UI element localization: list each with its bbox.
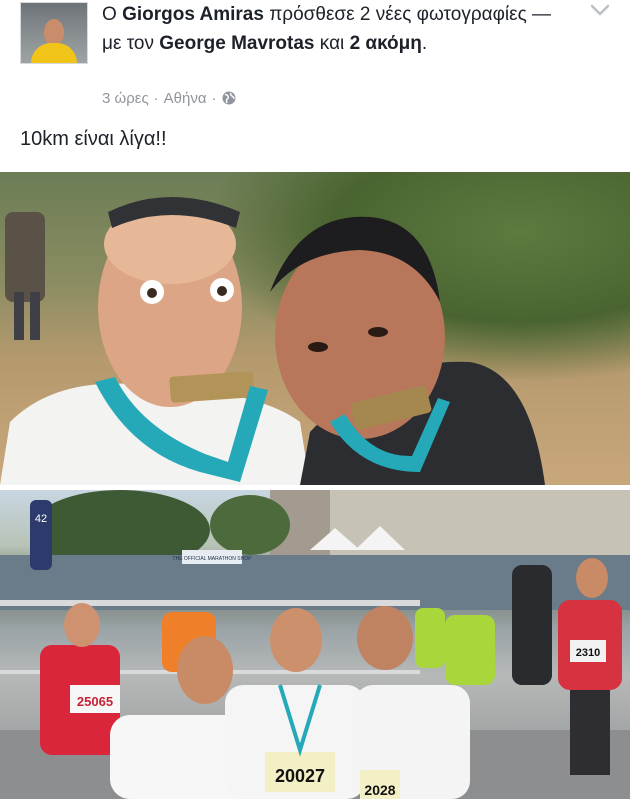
globe-icon[interactable]: [222, 91, 236, 105]
bib-number-2: 20027: [275, 766, 325, 786]
meta-separator-2: ·: [211, 90, 217, 107]
author-name-link[interactable]: Giorgos Amiras: [122, 4, 264, 25]
bib-number-1: 25065: [77, 694, 113, 709]
post-header: Ο Giorgos Amiras πρόσθεσε 2 νέες φωτογρα…: [0, 0, 630, 118]
photo-selfie-art: [0, 197, 545, 485]
headline-prefix: Ο: [102, 4, 117, 25]
tagged-person-link[interactable]: George Mavrotas: [159, 33, 314, 54]
author-avatar[interactable]: [20, 2, 88, 64]
bib-number-4: 2028: [364, 782, 395, 798]
photo-group-art: THE OFFICIAL MARATHON SHOP 42 25065 2002…: [0, 490, 630, 799]
post-headline: Ο Giorgos Amiras πρόσθεσε 2 νέες φωτογρα…: [102, 0, 572, 58]
headline-period: .: [421, 33, 428, 54]
chevron-down-icon[interactable]: [588, 2, 612, 18]
photo-selfie[interactable]: [0, 172, 630, 485]
headline-and: και: [319, 33, 345, 54]
photo-group[interactable]: THE OFFICIAL MARATHON SHOP 42 25065 2002…: [0, 490, 630, 799]
flag-42-text: 42: [35, 513, 47, 525]
shop-sign-text: THE OFFICIAL MARATHON SHOP: [173, 556, 253, 562]
bib-number-3: 2310: [576, 647, 600, 659]
post-text: 10km είναι λίγα!!: [20, 128, 167, 150]
meta-separator: ·: [153, 90, 159, 107]
post-meta: 3 ώρες · Αθήνα ·: [102, 90, 236, 107]
others-link[interactable]: 2 ακόμη: [350, 33, 422, 54]
post-location[interactable]: Αθήνα: [164, 90, 207, 107]
post-timestamp[interactable]: 3 ώρες: [102, 90, 149, 107]
